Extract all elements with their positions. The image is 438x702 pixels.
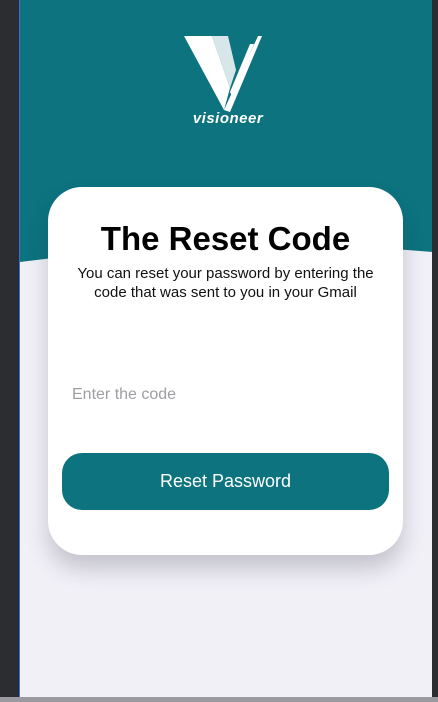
reset-code-card: The Reset Code You can reset your passwo… — [48, 187, 403, 555]
window-left-edge — [0, 0, 19, 702]
page-title: The Reset Code — [100, 220, 351, 257]
reset-code-input[interactable] — [72, 380, 372, 410]
brand-name: visioneer — [192, 110, 264, 127]
app-screen: visioneer The Reset Code You can reset y… — [19, 0, 433, 697]
window-bottom-edge — [0, 697, 438, 702]
instructions-text: You can reset your password by entering … — [77, 265, 374, 301]
window-right-edge — [432, 0, 438, 702]
reset-password-button[interactable]: Reset Password — [62, 453, 389, 510]
